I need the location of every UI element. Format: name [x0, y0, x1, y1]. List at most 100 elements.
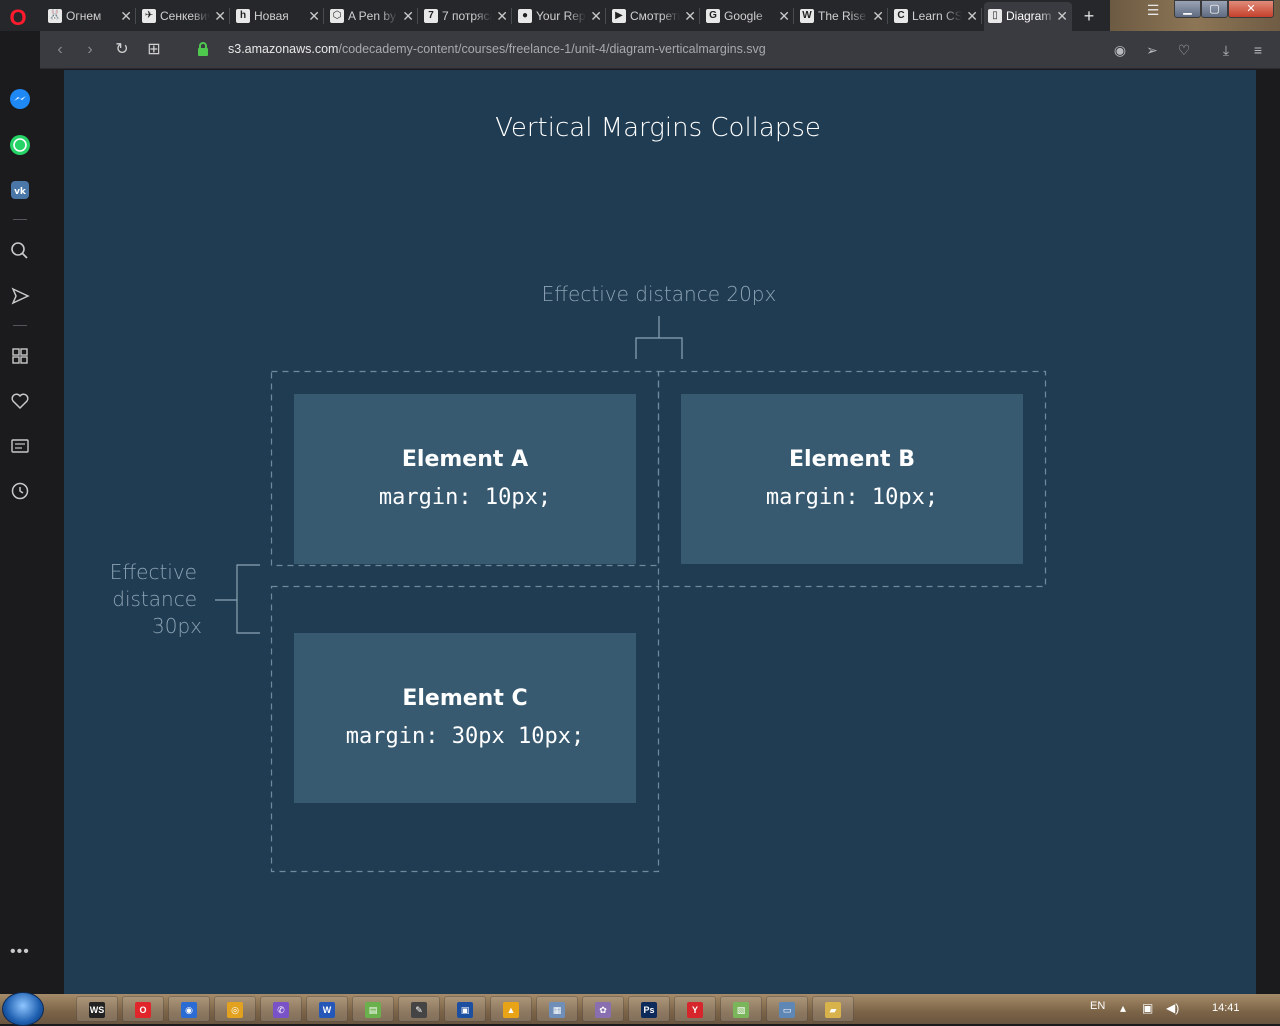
start-button[interactable]: [2, 992, 44, 1026]
taskbar-save-app[interactable]: ▣: [444, 996, 486, 1022]
taskbar-photoshop-app[interactable]: Ps: [628, 996, 670, 1022]
tab-file[interactable]: ▯ Diagram ✕: [984, 2, 1072, 31]
network-icon[interactable]: ▣: [1142, 1001, 1153, 1015]
taskbar-files-app[interactable]: ▧: [720, 996, 762, 1022]
svg-document: Vertical Margins Collapse Effective dist…: [64, 70, 1256, 994]
save-app-icon: ▣: [457, 1002, 473, 1018]
element-c-box: [294, 633, 636, 803]
close-tab-icon[interactable]: ✕: [308, 4, 320, 28]
close-tab-icon[interactable]: ✕: [590, 4, 602, 28]
tab-rabbit[interactable]: 🐰 Огнем ✕: [44, 4, 136, 28]
tab-bird[interactable]: ✈ Сенкевич ✕: [138, 4, 230, 28]
taskbar-pen-app[interactable]: ✎: [398, 996, 440, 1022]
element-a-box: [294, 394, 636, 564]
taskbar-explorer-app[interactable]: ▰: [812, 996, 854, 1022]
easy-setup-icon[interactable]: ≡: [1248, 40, 1268, 60]
close-tab-icon[interactable]: ✕: [496, 4, 508, 28]
taskbar-calc-app[interactable]: ▦: [536, 996, 578, 1022]
taskbar-maps-app[interactable]: ◉: [168, 996, 210, 1022]
snapshot-icon[interactable]: ◉: [1110, 40, 1130, 60]
forward-icon[interactable]: ›: [80, 40, 100, 60]
close-tab-icon[interactable]: ✕: [872, 4, 884, 28]
close-tab-icon[interactable]: ✕: [684, 4, 696, 28]
viber-app-icon: ✆: [273, 1002, 289, 1018]
yandex-app-icon: Y: [687, 1002, 703, 1018]
downloads-icon[interactable]: ⤓: [1216, 40, 1236, 60]
close-tab-icon[interactable]: ✕: [120, 4, 132, 28]
lock-icon[interactable]: [196, 41, 210, 57]
tab-codepen[interactable]: ⬡ A Pen by ✕: [326, 4, 418, 28]
sidebar-divider: [13, 219, 27, 220]
close-tab-icon[interactable]: ✕: [778, 4, 790, 28]
grid-icon[interactable]: [9, 345, 31, 367]
vk-icon[interactable]: vk: [9, 179, 31, 201]
tab-translate[interactable]: G Google ✕: [702, 4, 794, 28]
element-b-box: [681, 394, 1023, 564]
more-icon[interactable]: •••: [10, 943, 30, 961]
tab-codecademy[interactable]: C Learn CSS✕: [890, 4, 982, 28]
side-distance-bracket: [215, 564, 260, 634]
taskbar-window-app[interactable]: ▭: [766, 996, 808, 1022]
ws-app-icon: WS: [89, 1002, 105, 1018]
taskbar-yandex-app[interactable]: Y: [674, 996, 716, 1022]
volume-icon[interactable]: ◀): [1166, 1001, 1179, 1015]
messenger-icon[interactable]: [9, 88, 31, 110]
taskbar-word-app[interactable]: W: [306, 996, 348, 1022]
taskbar-paint-app[interactable]: ✿: [582, 996, 624, 1022]
back-icon[interactable]: ‹: [50, 40, 70, 60]
close-tab-icon[interactable]: ✕: [214, 4, 226, 28]
maximize-button[interactable]: ▢: [1201, 0, 1228, 18]
tab-title: Google: [724, 4, 774, 28]
tab-habr[interactable]: h Новая ✕: [232, 4, 324, 28]
tray-expand-icon[interactable]: ▴: [1120, 1001, 1126, 1015]
heart-icon[interactable]: [9, 390, 31, 412]
search-icon[interactable]: [9, 240, 31, 262]
language-indicator[interactable]: EN: [1090, 1000, 1105, 1012]
tab-separator: [229, 8, 230, 24]
reload-icon[interactable]: ↻: [112, 40, 132, 60]
clock[interactable]: 14:41: [1212, 1002, 1240, 1014]
speed-dial-icon[interactable]: ⊞: [144, 40, 164, 60]
tab-title: Огнем: [66, 4, 116, 28]
w3-icon: W: [800, 9, 814, 23]
taskbar-ws-app[interactable]: WS: [76, 996, 118, 1022]
tab-title: A Pen by: [348, 4, 398, 28]
tab-title: Смотреть: [630, 4, 680, 28]
tab-separator: [605, 8, 606, 24]
maps-app-icon: ◉: [181, 1002, 197, 1018]
opera-app-icon: O: [135, 1002, 151, 1018]
close-window-button[interactable]: ✕: [1228, 0, 1274, 18]
file-icon: ▯: [988, 9, 1002, 23]
send-icon[interactable]: ➢: [1142, 40, 1162, 60]
calc-app-icon: ▦: [549, 1002, 565, 1018]
whatsapp-icon[interactable]: [9, 134, 31, 156]
codepen-icon: ⬡: [330, 9, 344, 23]
close-tab-icon[interactable]: ✕: [966, 4, 978, 28]
taskbar-avast-app[interactable]: ▲: [490, 996, 532, 1022]
close-tab-icon[interactable]: ✕: [402, 4, 414, 28]
bookmark-heart-icon[interactable]: ♡: [1174, 40, 1194, 60]
top-distance-bracket: [635, 316, 683, 359]
opera-menu-icon[interactable]: O: [6, 6, 30, 30]
tab-separator: [887, 8, 888, 24]
taskbar-viber-app[interactable]: ✆: [260, 996, 302, 1022]
tab-menu-icon[interactable]: ☰: [1142, 2, 1164, 22]
history-icon[interactable]: [9, 480, 31, 502]
tab-title: Новая: [254, 4, 304, 28]
close-tab-icon[interactable]: ✕: [1056, 2, 1068, 30]
new-tab-button[interactable]: +: [1080, 6, 1098, 26]
tab-w3[interactable]: W The Rise ✕: [796, 4, 888, 28]
taskbar-notes-app[interactable]: ▤: [352, 996, 394, 1022]
news-icon[interactable]: [9, 435, 31, 457]
taskbar-opera-app[interactable]: O: [122, 996, 164, 1022]
url-input[interactable]: s3.amazonaws.com/codecademy-content/cour…: [228, 42, 766, 56]
explorer-app-icon: ▰: [825, 1002, 841, 1018]
tab-video[interactable]: ▶ Смотреть ✕: [608, 4, 700, 28]
minimize-button[interactable]: ▁: [1174, 0, 1201, 18]
tab-doc[interactable]: 7 7 потрясающих✕: [420, 4, 512, 28]
tab-title: Learn CSS: [912, 4, 962, 28]
page-viewport: Vertical Margins Collapse Effective dist…: [40, 70, 1280, 994]
send-icon[interactable]: [9, 285, 31, 307]
tab-github[interactable]: ● Your Repositories✕: [514, 4, 606, 28]
taskbar-chrome-app[interactable]: ◎: [214, 996, 256, 1022]
